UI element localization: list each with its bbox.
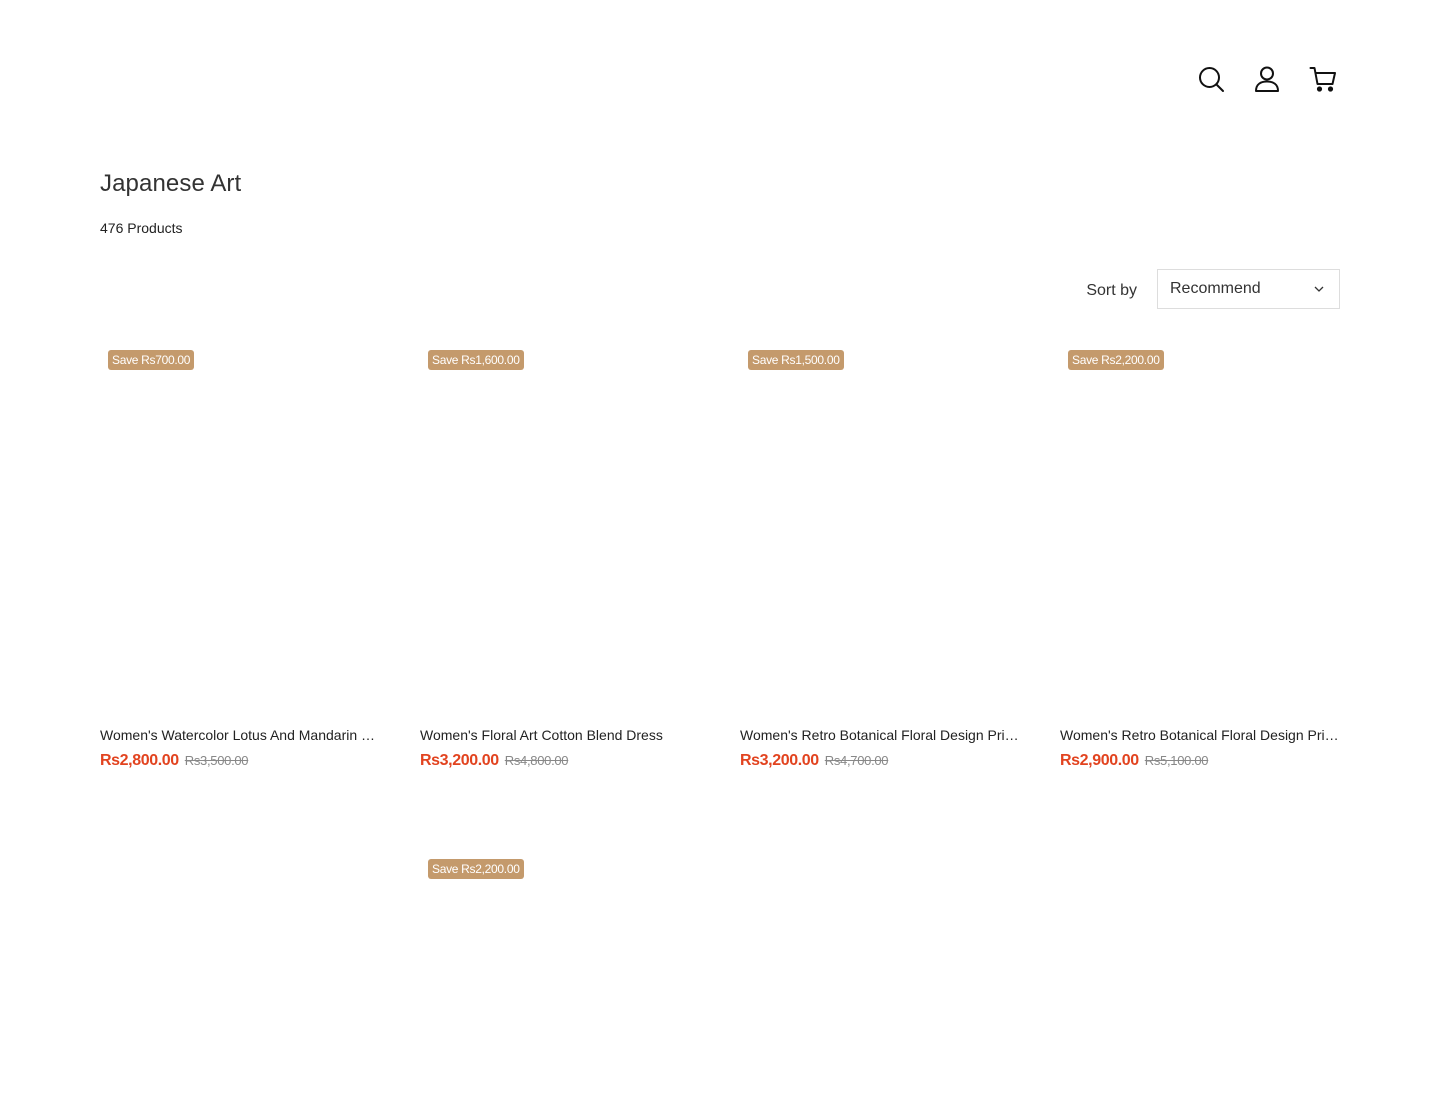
compare-price: Rs5,100.00: [1144, 753, 1209, 768]
page-title: Japanese Art: [100, 170, 242, 197]
account-icon[interactable]: [1250, 62, 1284, 96]
product-card[interactable]: [100, 849, 380, 1099]
sale-price: Rs2,800.00: [100, 752, 179, 769]
save-badge: Save Rs1,500.00: [748, 350, 844, 370]
price-row: Rs2,800.00 Rs3,500.00: [100, 752, 380, 770]
price-row: Rs3,200.00 Rs4,700.00: [740, 752, 1020, 770]
collection-page: Japanese Art 476 Products Sort by Recomm…: [0, 0, 1440, 1100]
compare-price: Rs4,700.00: [824, 753, 889, 768]
search-icon[interactable]: [1194, 62, 1228, 96]
save-badge: Save Rs2,200.00: [428, 859, 524, 879]
sale-price: Rs3,200.00: [740, 752, 819, 769]
product-card[interactable]: Save Rs1,500.00 Women's Retro Botanical …: [740, 340, 1020, 770]
product-title[interactable]: Women's Retro Botanical Floral Design Pr…: [1060, 726, 1340, 744]
sort-selected-value: Recommend: [1170, 280, 1261, 297]
chevron-down-icon: [1314, 286, 1324, 292]
compare-price: Rs3,500.00: [184, 753, 249, 768]
product-title[interactable]: Women's Floral Art Cotton Blend Dress: [420, 726, 700, 744]
compare-price: Rs4,800.00: [504, 753, 569, 768]
cart-icon[interactable]: [1306, 62, 1340, 96]
product-image[interactable]: Save Rs1,600.00: [420, 340, 700, 710]
product-card[interactable]: Save Rs1,600.00 Women's Floral Art Cotto…: [420, 340, 700, 770]
price-row: Rs3,200.00 Rs4,800.00: [420, 752, 700, 770]
product-image[interactable]: [100, 849, 380, 1099]
sort-label: Sort by: [1086, 282, 1137, 299]
sale-price: Rs2,900.00: [1060, 752, 1139, 769]
product-count: 476 Products: [100, 220, 183, 236]
product-image[interactable]: Save Rs2,200.00: [1060, 340, 1340, 710]
save-badge: Save Rs1,600.00: [428, 350, 524, 370]
sort-select[interactable]: Recommend: [1157, 269, 1340, 309]
header-icons: [1194, 62, 1340, 96]
product-title[interactable]: Women's Retro Botanical Floral Design Pr…: [740, 726, 1020, 744]
sale-price: Rs3,200.00: [420, 752, 499, 769]
product-image[interactable]: Save Rs700.00: [100, 340, 380, 710]
save-badge: Save Rs2,200.00: [1068, 350, 1164, 370]
product-card[interactable]: Save Rs2,200.00 Women's Retro Botanical …: [1060, 340, 1340, 770]
product-card[interactable]: Save Rs700.00 Women's Watercolor Lotus A…: [100, 340, 380, 770]
price-row: Rs2,900.00 Rs5,100.00: [1060, 752, 1340, 770]
product-card[interactable]: Save Rs2,200.00: [420, 849, 700, 1099]
product-image[interactable]: Save Rs2,200.00: [420, 849, 700, 1099]
product-title[interactable]: Women's Watercolor Lotus And Mandarin Du…: [100, 726, 380, 744]
save-badge: Save Rs700.00: [108, 350, 195, 370]
sort-area: Sort by Recommend: [1086, 269, 1340, 309]
product-image[interactable]: Save Rs1,500.00: [740, 340, 1020, 710]
